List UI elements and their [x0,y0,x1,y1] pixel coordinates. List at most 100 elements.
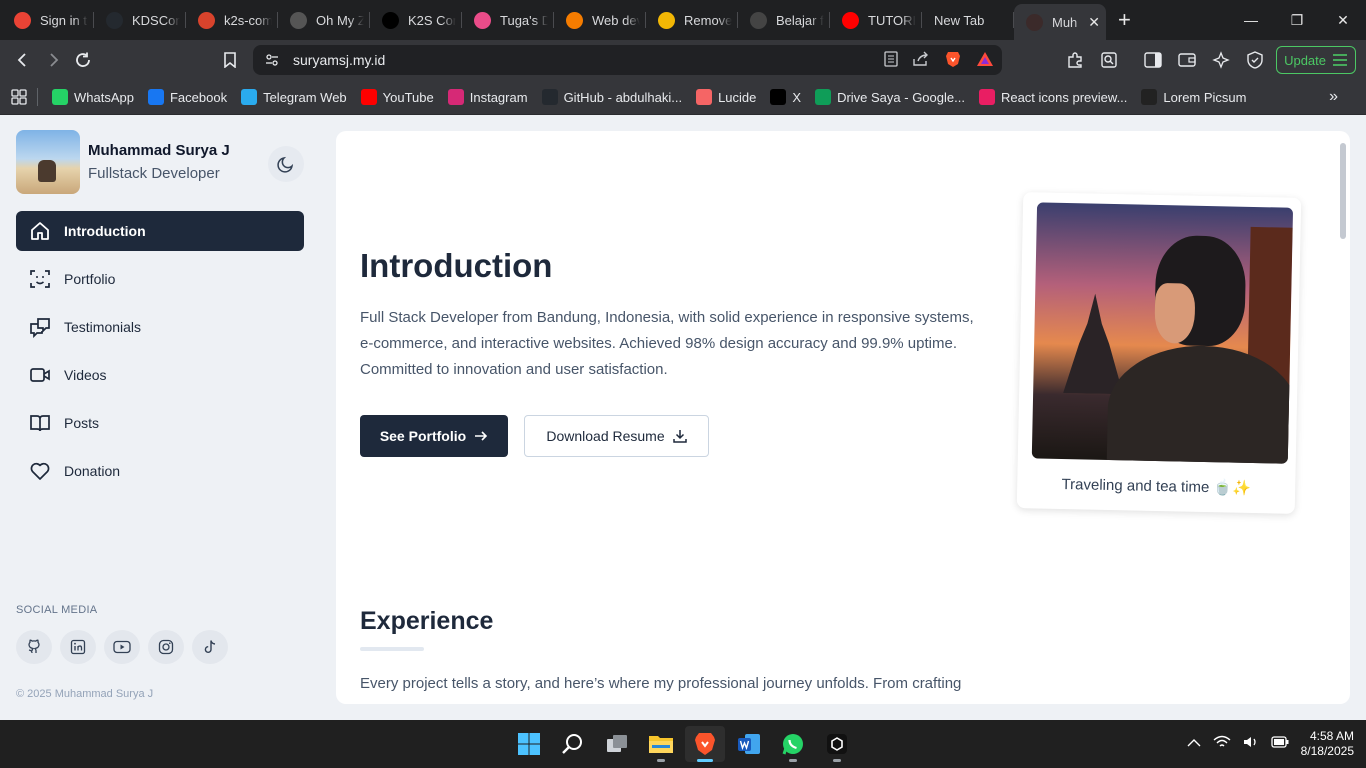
clock[interactable]: 4:58 AM 8/18/2025 [1301,729,1354,759]
browser-tab[interactable]: Tuga's D [462,0,554,40]
browser-tab[interactable]: Oh My Z [278,0,370,40]
social-github-button[interactable] [16,630,52,664]
share-icon[interactable] [912,51,930,70]
leo-search-icon[interactable] [1096,45,1122,75]
wifi-icon[interactable] [1213,735,1231,754]
minimize-icon[interactable]: — [1228,0,1274,40]
bookmark-item[interactable]: React icons preview... [978,89,1127,105]
vpn-shield-icon[interactable] [1242,45,1268,75]
browser-tab[interactable]: K2S Com [370,0,462,40]
download-icon [672,430,687,443]
tab-title: TUTORIA [868,12,916,28]
see-portfolio-label: See Portfolio [379,428,467,444]
bookmark-item[interactable]: YouTube [360,89,434,105]
bookmark-item[interactable]: Instagram [447,89,528,105]
sidebar-item-label: Videos [64,367,107,383]
taskbar-brave-browser[interactable] [685,726,725,762]
social-tiktok-button[interactable] [192,630,228,664]
chevron-up-icon[interactable] [1187,735,1201,753]
bookmark-item[interactable]: Facebook [147,89,227,105]
bookmark-item[interactable]: Lucide [696,89,756,105]
back-icon[interactable] [8,45,38,75]
scrollbar[interactable] [1340,143,1346,239]
battery-icon[interactable] [1270,735,1289,753]
remove-bg-icon [658,11,675,29]
taskbar-app[interactable] [817,726,857,762]
bookmark-item[interactable]: WhatsApp [52,89,134,105]
sidebar-item-posts[interactable]: Posts [16,403,304,443]
sidebar-item-testimonials[interactable]: Testimonials [16,307,304,347]
taskbar-file-explorer[interactable] [641,726,681,762]
bookmark-item[interactable]: Drive Saya - Google... [815,89,965,105]
profile-role: Fullstack Developer [88,165,220,182]
wallet-icon[interactable] [1174,45,1200,75]
download-resume-button[interactable]: Download Resume [524,415,709,457]
sidebar-item-videos[interactable]: Videos [16,355,304,395]
apps-grid-icon[interactable] [11,89,27,105]
maximize-icon[interactable]: ❐ [1274,0,1320,40]
clock-time: 4:58 AM [1309,729,1354,743]
extensions-icon[interactable] [1062,45,1088,75]
triangle-icon [382,11,399,29]
sidebar-nav: Introduction Portfolio Testimonials Videos P… [16,211,304,499]
app-icon [826,733,848,755]
bookmark-item[interactable]: X [770,89,801,105]
leo-ai-icon[interactable] [1208,45,1234,75]
taskbar-windows-start[interactable] [509,726,549,762]
browser-tab[interactable]: KDSComp [94,0,186,40]
bookmarks-divider [37,88,38,106]
bookmark-icon[interactable] [215,45,245,75]
address-bar[interactable]: suryamsj.my.id [253,45,1002,75]
reader-mode-icon[interactable] [884,51,898,70]
system-tray: 4:58 AM 8/18/2025 [1187,720,1354,768]
bookmark-item[interactable]: Lorem Picsum [1141,89,1246,105]
github-icon [106,11,123,29]
close-tab-icon[interactable]: ✕ [1088,14,1100,31]
bookmark-item[interactable]: GitHub - abdulhaki... [541,89,682,105]
social-linkedin-button[interactable] [60,630,96,664]
social-instagram-button[interactable] [148,630,184,664]
running-indicator [833,759,841,762]
brave-shields-icon[interactable] [944,50,962,71]
facebook-icon [147,89,164,105]
new-tab-icon[interactable]: + [1118,7,1138,33]
browser-tab[interactable]: Remove [646,0,738,40]
bookmark-item[interactable]: Telegram Web [241,89,347,105]
taskbar-word[interactable] [729,726,769,762]
sidebar: Muhammad Surya J Fullstack Developer Int… [0,115,320,720]
browser-toolbar: suryamsj.my.id Update [0,40,1366,80]
more-bookmarks-icon[interactable]: » [1329,88,1338,106]
volume-icon[interactable] [1243,735,1259,754]
brave-rewards-icon[interactable] [976,51,994,70]
forward-icon[interactable] [38,45,68,75]
browser-tab[interactable]: TUTORIA [830,0,922,40]
copyright-text: © 2025 Muhammad Surya J [16,688,154,700]
browser-tab[interactable]: Belajar fu [738,0,830,40]
theme-toggle-button[interactable] [268,146,304,182]
see-portfolio-button[interactable]: See Portfolio [360,415,508,457]
browser-tab[interactable]: New Tab [922,0,1014,40]
taskbar-search[interactable] [553,726,593,762]
update-button[interactable]: Update [1276,46,1356,74]
sidebar-toggle-icon[interactable] [1140,45,1166,75]
social-youtube-button[interactable] [104,630,140,664]
browser-tab[interactable]: Sign in to [2,0,94,40]
reload-icon[interactable] [68,45,98,75]
close-window-icon[interactable]: ✕ [1320,0,1366,40]
site-info-icon[interactable] [265,53,281,67]
react-icon [978,89,995,105]
sidebar-item-portfolio[interactable]: Portfolio [16,259,304,299]
browser-tab[interactable]: k2s-comp [186,0,278,40]
sidebar-item-introduction[interactable]: Introduction [16,211,304,251]
task-view-icon [605,733,629,755]
heart-icon [28,459,52,483]
instagram-icon [447,89,464,105]
arrow-right-icon [475,431,488,441]
tab-title: Remove [684,12,732,28]
sidebar-item-donation[interactable]: Donation [16,451,304,491]
browser-tab[interactable]: Web dev [554,0,646,40]
taskbar-whatsapp[interactable] [773,726,813,762]
bookmark-label: X [792,89,802,105]
taskbar-task-view[interactable] [597,726,637,762]
browser-tab-active[interactable]: Muh ✕ [1014,4,1106,40]
